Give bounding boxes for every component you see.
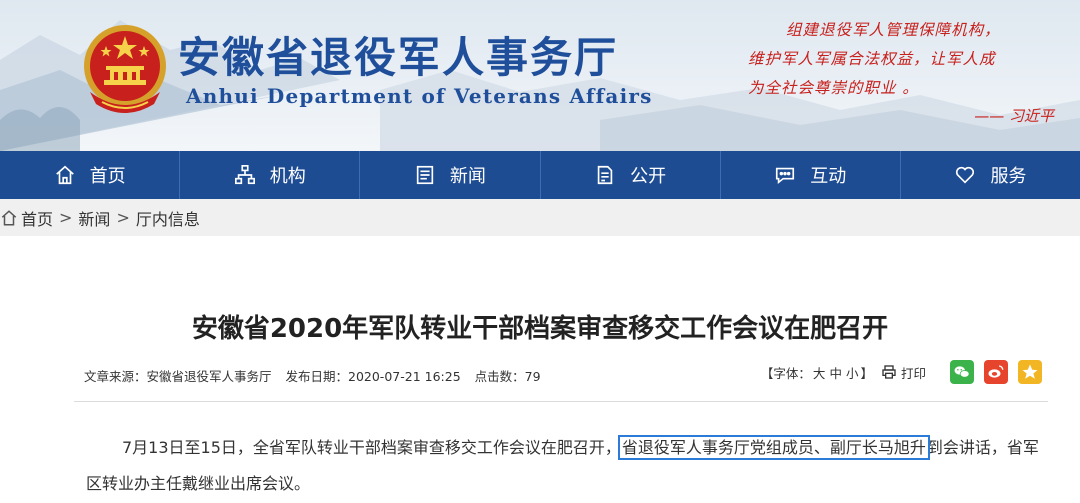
nav-item-interact[interactable]: 互动 xyxy=(721,151,901,199)
nav-item-news[interactable]: 新闻 xyxy=(360,151,541,199)
breadcrumb-home[interactable]: 首页 xyxy=(21,206,53,230)
breadcrumb-current[interactable]: 厅内信息 xyxy=(136,206,200,230)
quote-line: 维护军人军属合法权益，让军人成 xyxy=(748,50,996,68)
nav-item-label: 首页 xyxy=(89,166,126,187)
font-medium-button[interactable]: 中 xyxy=(829,366,842,381)
article-date: 发布日期：2020-07-21 16:25 xyxy=(285,369,461,384)
star-icon xyxy=(1022,364,1038,379)
nav-item-home[interactable]: 首页 xyxy=(0,151,181,199)
heart-icon xyxy=(954,164,976,186)
breadcrumb: 首页 > 新闻 > 厅内信息 xyxy=(0,199,1080,236)
news-icon xyxy=(414,164,436,186)
nav-item-service[interactable]: 服务 xyxy=(901,151,1080,199)
body-text: 7月13日至15日，全省军队转业干部档案审查移交工作会议在肥召开， xyxy=(122,438,621,457)
font-small-button[interactable]: 小 xyxy=(846,366,859,381)
divider xyxy=(74,401,1048,402)
site-title: 安徽省退役军人事务厅 xyxy=(178,33,619,82)
breadcrumb-news[interactable]: 新闻 xyxy=(78,206,110,230)
site-header: 安徽省退役军人事务厅 Anhui Department of Veterans … xyxy=(0,0,1080,151)
leader-quote: 组建退役军人管理保障机构， 维护军人军属合法权益，让军人成 为全社会尊崇的职业 … xyxy=(748,16,1068,129)
article-clicks: 点击数：79 xyxy=(474,369,541,384)
wechat-icon xyxy=(954,366,970,378)
article-title: 安徽省2020年军队转业干部档案审查移交工作会议在肥召开 xyxy=(191,314,889,344)
nav-item-label: 互动 xyxy=(810,166,847,187)
font-large-button[interactable]: 大 xyxy=(813,366,826,381)
nav-item-label: 公开 xyxy=(630,166,667,187)
article-meta: 文章来源：安徽省退役军人事务厅 发布日期：2020-07-21 16:25 点击… xyxy=(84,366,551,385)
breadcrumb-separator: > xyxy=(116,208,130,227)
org-icon xyxy=(234,164,256,186)
nav-item-public[interactable]: 公开 xyxy=(541,151,721,199)
weibo-icon xyxy=(988,365,1004,378)
highlighted-text: 省退役军人事务厅党组成员、副厅长马旭升 xyxy=(617,435,930,460)
article-tools: 【字体：大中小】 打印 xyxy=(761,360,1042,384)
home-icon xyxy=(54,164,76,186)
font-size-control: 【字体：大中小】 xyxy=(761,363,873,382)
quote-line: 为全社会尊崇的职业 。 xyxy=(748,79,919,97)
print-button[interactable]: 打印 xyxy=(881,363,926,382)
share-wechat-button[interactable] xyxy=(950,360,974,384)
share-qzone-button[interactable] xyxy=(1018,360,1042,384)
quote-line: 组建退役军人管理保障机构， xyxy=(786,21,1001,39)
quote-author: —— 习近平 xyxy=(974,107,1054,125)
printer-icon xyxy=(882,365,896,379)
nav-item-label: 新闻 xyxy=(449,166,486,187)
font-size-label: 【字体： xyxy=(760,365,811,381)
nav-item-label: 服务 xyxy=(990,166,1027,187)
nav-item-org[interactable]: 机构 xyxy=(180,151,361,199)
nav-item-label: 机构 xyxy=(269,166,306,187)
main-nav: 首页 机构 新闻 公开 互动 服务 xyxy=(0,151,1080,199)
article-body: 7月13日至15日，全省军队转业干部档案审查移交工作会议在肥召开，省退役军人事务… xyxy=(86,430,1046,502)
share-weibo-button[interactable] xyxy=(984,360,1008,384)
font-size-label-close: 】 xyxy=(860,365,873,381)
chat-icon xyxy=(774,164,796,186)
national-emblem-icon xyxy=(84,25,166,113)
document-icon xyxy=(594,164,616,186)
site-subtitle: Anhui Department of Veterans Affairs xyxy=(186,84,653,108)
home-icon xyxy=(1,209,17,225)
breadcrumb-separator: > xyxy=(59,208,73,227)
article-source: 文章来源：安徽省退役军人事务厅 xyxy=(84,369,272,384)
print-label: 打印 xyxy=(900,365,926,381)
